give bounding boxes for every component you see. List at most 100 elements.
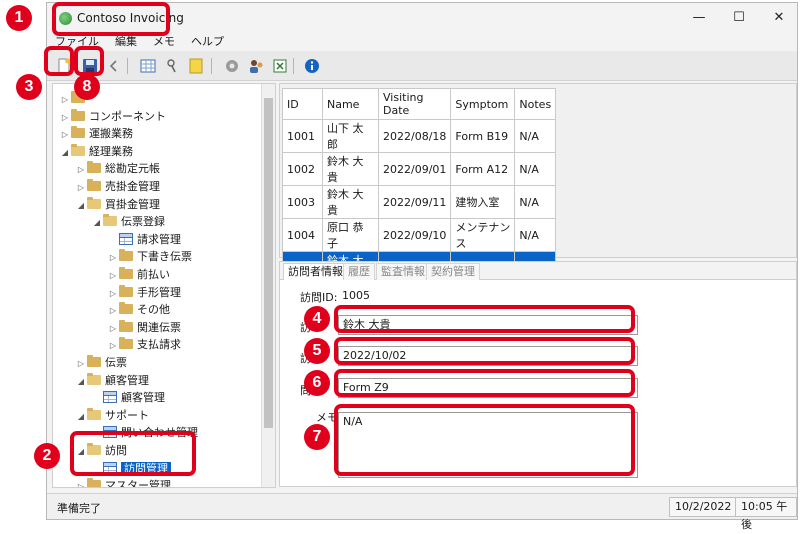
- expanded-arrow-icon[interactable]: ◢: [75, 408, 87, 425]
- folder-icon: [87, 179, 101, 191]
- tree-item[interactable]: ◢ 顧客管理: [75, 372, 149, 389]
- table-cell: Form A12: [450, 152, 516, 186]
- table-row[interactable]: 1001 山下 太郎 2022/08/18 Form B19 N/A: [282, 119, 557, 153]
- callout-box-memo-field: [334, 404, 635, 476]
- tree-item[interactable]: ▷ 関連伝票: [107, 319, 181, 336]
- visits-table: ID Name Visiting Date Symptom Notes 1001…: [282, 88, 557, 285]
- tab-audit-info[interactable]: 監査情報: [376, 263, 430, 280]
- collapsed-arrow-icon[interactable]: ▷: [75, 179, 87, 196]
- close-button[interactable]: ✕: [761, 7, 797, 29]
- table-cell: 原口 恭子: [322, 218, 379, 252]
- column-header-symptom[interactable]: Symptom: [450, 88, 516, 120]
- collapsed-arrow-icon[interactable]: ▷: [107, 302, 119, 319]
- collapsed-arrow-icon[interactable]: ▷: [75, 355, 87, 372]
- toolbar: [47, 51, 797, 81]
- expanded-arrow-icon[interactable]: ◢: [75, 197, 87, 214]
- grid-view-icon[interactable]: [139, 57, 157, 75]
- tree-item[interactable]: ◢ 伝票登録: [91, 213, 165, 230]
- users-icon[interactable]: [247, 57, 265, 75]
- tab-contract-management[interactable]: 契約管理: [426, 263, 480, 280]
- tree-item-label: 経理業務: [89, 144, 133, 158]
- folder-icon: [119, 284, 133, 297]
- tree-item-label: 売掛金管理: [105, 180, 160, 193]
- tab-visitor-info[interactable]: 訪問者情報: [283, 263, 348, 280]
- tree-item[interactable]: ▷ 手形管理: [107, 284, 181, 301]
- column-header-name[interactable]: Name: [322, 88, 379, 120]
- menu-help[interactable]: ヘルプ: [183, 33, 232, 51]
- collapsed-arrow-icon[interactable]: ▷: [59, 91, 71, 108]
- folder-open-icon: [71, 143, 85, 156]
- folder-open-icon: [87, 407, 101, 420]
- table-cell: 1003: [282, 185, 323, 219]
- callout-badge-7: 7: [304, 424, 330, 450]
- settings-icon[interactable]: [223, 57, 241, 75]
- table-cell: 1001: [282, 119, 323, 153]
- tree-item[interactable]: ▷ コンポーネント: [59, 108, 166, 125]
- tree-item[interactable]: ▷ 伝票: [75, 354, 127, 371]
- back-icon[interactable]: [105, 57, 123, 75]
- tree-item-label: 前払い: [137, 268, 170, 281]
- column-header-id[interactable]: ID: [282, 88, 323, 120]
- grid-view-icon: [119, 232, 133, 245]
- info-icon[interactable]: [303, 57, 321, 75]
- tree-item[interactable]: ▷ 総勘定元帳: [75, 160, 160, 177]
- callout-badge-5: 5: [304, 338, 330, 364]
- tree-item[interactable]: 顧客管理: [91, 389, 165, 406]
- folder-icon: [119, 337, 133, 350]
- note-icon[interactable]: [187, 57, 205, 75]
- collapsed-arrow-icon[interactable]: ▷: [107, 337, 119, 354]
- detail-tabs: 訪問者情報 履歴 監査情報 契約管理: [280, 262, 796, 280]
- tree-item[interactable]: ◢ サポート: [75, 407, 149, 424]
- callout-box-date-field: [334, 337, 635, 365]
- tab-history[interactable]: 履歴: [343, 263, 375, 280]
- folder-open-icon: [87, 196, 101, 209]
- collapsed-arrow-icon[interactable]: ▷: [59, 109, 71, 126]
- export-icon[interactable]: [271, 57, 289, 75]
- minimize-button[interactable]: —: [681, 7, 717, 29]
- tree-item-label: サポート: [105, 408, 149, 422]
- table-cell: 2022/08/18: [377, 119, 452, 153]
- folder-icon: [71, 126, 85, 139]
- tree-item[interactable]: ▷ 支払請求: [107, 336, 181, 353]
- callout-badge-2: 2: [34, 443, 60, 469]
- expanded-arrow-icon[interactable]: ◢: [75, 373, 87, 390]
- table-row[interactable]: 1004 原口 恭子 2022/09/10 メンテナンス N/A: [282, 218, 557, 252]
- tree-item-label: その他: [137, 303, 170, 317]
- table-row[interactable]: 1003 鈴木 大貴 2022/09/11 建物入室 N/A: [282, 185, 557, 219]
- collapsed-arrow-icon[interactable]: ▷: [107, 267, 119, 284]
- table-cell: 鈴木 大貴: [322, 152, 379, 186]
- tree-item[interactable]: ▷ 下書き伝票: [107, 248, 192, 265]
- search-icon[interactable]: [163, 57, 181, 75]
- tree-item[interactable]: ▷ 前払い: [107, 266, 170, 283]
- tree-item[interactable]: ▷ マスター管理: [75, 477, 171, 487]
- collapsed-arrow-icon[interactable]: ▷: [59, 126, 71, 143]
- status-time: 10:05 午後: [735, 497, 797, 531]
- collapsed-arrow-icon[interactable]: ▷: [107, 249, 119, 266]
- collapsed-arrow-icon[interactable]: ▷: [75, 478, 87, 487]
- collapsed-arrow-icon[interactable]: ▷: [107, 285, 119, 302]
- tree-item[interactable]: ▷ その他: [107, 301, 170, 318]
- expanded-arrow-icon[interactable]: ◢: [91, 214, 103, 231]
- maximize-button[interactable]: ☐: [721, 7, 757, 29]
- tree-item[interactable]: ▷ 運搬業務: [59, 125, 133, 142]
- callout-badge-4: 4: [304, 306, 330, 332]
- table-cell: N/A: [514, 152, 557, 186]
- table-cell: メンテナンス: [450, 218, 516, 252]
- table-cell: N/A: [514, 119, 557, 153]
- collapsed-arrow-icon[interactable]: ▷: [107, 320, 119, 337]
- tree-scrollbar[interactable]: [261, 84, 275, 487]
- visit-id-label: 訪問ID:: [300, 291, 338, 304]
- column-header-visiting-date[interactable]: Visiting Date: [377, 88, 452, 120]
- tree-item[interactable]: ▷ 売掛金管理: [75, 178, 160, 195]
- column-header-notes[interactable]: Notes: [514, 88, 557, 120]
- collapsed-arrow-icon[interactable]: ▷: [75, 161, 87, 178]
- tree-item[interactable]: 請求管理: [107, 231, 181, 248]
- tree-item-label: 支払請求: [137, 338, 181, 352]
- table-row[interactable]: 1002 鈴木 大貴 2022/09/01 Form A12 N/A: [282, 152, 557, 186]
- expanded-arrow-icon[interactable]: ◢: [59, 144, 71, 161]
- tree-item-label: 買掛金管理: [105, 197, 160, 211]
- tree-item[interactable]: ◢ 買掛金管理: [75, 196, 160, 213]
- scrollbar-thumb[interactable]: [264, 98, 273, 428]
- tree-item[interactable]: ◢ 経理業務: [59, 143, 133, 160]
- tree-item-label: 下書き伝票: [137, 250, 192, 264]
